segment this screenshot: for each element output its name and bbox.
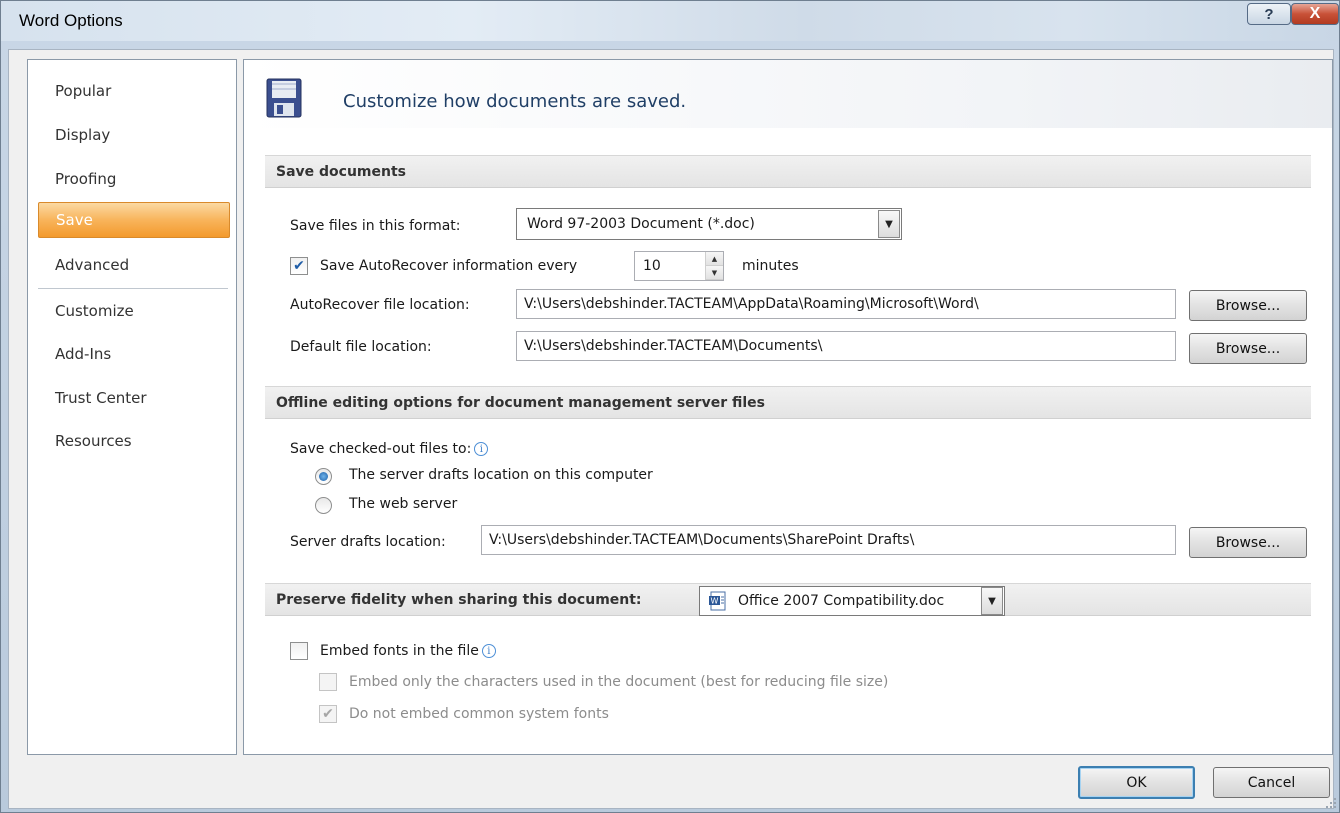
embed-fonts-text: Embed fonts in the file	[320, 643, 479, 659]
save-checked-out-label: Save checked-out files to: i	[290, 441, 489, 457]
fidelity-document-value: Office 2007 Compatibility.doc	[738, 593, 945, 609]
word-document-icon: W	[709, 591, 726, 611]
checkmark-icon: ✔	[322, 706, 334, 722]
no-common-fonts-checkbox[interactable]: ✔	[319, 705, 337, 723]
checkmark-icon: ✔	[293, 258, 305, 274]
embed-only-chars-checkbox[interactable]	[319, 673, 337, 691]
nav-item-save[interactable]: Save	[38, 202, 230, 238]
nav-item-label: Display	[55, 126, 111, 144]
info-icon[interactable]: i	[481, 644, 496, 658]
svg-text:W: W	[711, 597, 719, 606]
close-button[interactable]: X	[1291, 3, 1339, 25]
nav-item-label: Add-Ins	[55, 345, 112, 363]
autorecover-checkbox[interactable]: ✔	[290, 257, 308, 275]
autorecover-location-input[interactable]: V:\Users\debshinder.TACTEAM\AppData\Roam…	[516, 289, 1176, 319]
embed-fonts-checkbox[interactable]	[290, 642, 308, 660]
embed-only-chars-label: Embed only the characters used in the do…	[349, 674, 889, 690]
nav-item-label: Proofing	[55, 170, 117, 188]
nav-divider	[38, 288, 228, 289]
fidelity-document-dropdown[interactable]: W Office 2007 Compatibility.doc ▼	[699, 586, 1005, 616]
minutes-label: minutes	[742, 258, 799, 274]
server-drafts-input[interactable]: V:\Users\debshinder.TACTEAM\Documents\Sh…	[481, 525, 1176, 555]
window-title: Word Options	[19, 11, 123, 30]
stepper-down-icon[interactable]: ▼	[706, 266, 723, 280]
default-location-label: Default file location:	[290, 339, 432, 355]
resize-grip-icon[interactable]	[1325, 797, 1337, 809]
info-icon[interactable]: i	[474, 442, 489, 456]
title-bar[interactable]: Word Options ? X	[1, 1, 1339, 41]
chevron-down-icon[interactable]: ▼	[878, 210, 900, 238]
autorecover-label: Save AutoRecover information every	[320, 258, 578, 274]
embed-fonts-label: Embed fonts in the file i	[320, 643, 496, 659]
ok-button[interactable]: OK	[1078, 766, 1195, 799]
chevron-down-icon[interactable]: ▼	[981, 587, 1003, 615]
nav-item-label: Advanced	[55, 256, 130, 274]
nav-item-popular[interactable]: Popular	[38, 73, 230, 109]
stepper-up-icon[interactable]: ▲	[706, 252, 723, 266]
nav-item-resources[interactable]: Resources	[38, 423, 230, 459]
nav-item-label: Customize	[55, 302, 134, 320]
page-banner: Customize how documents are saved.	[244, 60, 1332, 128]
section-title: Save documents	[276, 163, 407, 180]
radio-server-drafts[interactable]	[315, 468, 332, 485]
save-options-panel: Customize how documents are saved. Save …	[243, 59, 1333, 755]
close-icon: X	[1309, 5, 1321, 22]
save-format-value: Word 97-2003 Document (*.doc)	[527, 216, 755, 232]
autorecover-minutes-stepper[interactable]: 10 ▲ ▼	[634, 251, 724, 281]
autorecover-minutes-value: 10	[643, 258, 661, 274]
options-nav: Popular Display Proofing Save Advanced C…	[27, 59, 237, 755]
server-drafts-browse-button[interactable]: Browse...	[1189, 527, 1307, 558]
nav-item-advanced[interactable]: Advanced	[38, 247, 230, 283]
word-options-window: Word Options ? X Popular Display Proofin…	[0, 0, 1340, 813]
nav-item-label: Resources	[55, 432, 132, 450]
radio-web-server-label: The web server	[349, 496, 458, 512]
default-location-browse-button[interactable]: Browse...	[1189, 333, 1307, 364]
save-format-dropdown[interactable]: Word 97-2003 Document (*.doc) ▼	[516, 208, 902, 240]
radio-web-server[interactable]	[315, 497, 332, 514]
server-drafts-label: Server drafts location:	[290, 534, 446, 550]
nav-item-proofing[interactable]: Proofing	[38, 161, 230, 197]
format-label: Save files in this format:	[290, 218, 461, 234]
autorecover-browse-button[interactable]: Browse...	[1189, 290, 1307, 321]
nav-item-label: Popular	[55, 82, 112, 100]
radio-server-drafts-label: The server drafts location on this compu…	[349, 467, 653, 483]
section-title: Offline editing options for document man…	[276, 394, 765, 411]
nav-item-trust-center[interactable]: Trust Center	[38, 380, 230, 416]
autorecover-location-label: AutoRecover file location:	[290, 297, 470, 313]
nav-item-customize[interactable]: Customize	[38, 293, 230, 329]
save-checked-out-text: Save checked-out files to:	[290, 441, 472, 457]
nav-item-display[interactable]: Display	[38, 117, 230, 153]
floppy-disk-icon	[266, 78, 302, 118]
default-location-input[interactable]: V:\Users\debshinder.TACTEAM\Documents\	[516, 331, 1176, 361]
section-title: Preserve fidelity when sharing this docu…	[276, 591, 642, 608]
cancel-button[interactable]: Cancel	[1213, 767, 1330, 798]
stepper-arrows[interactable]: ▲ ▼	[705, 252, 723, 280]
nav-item-add-ins[interactable]: Add-Ins	[38, 336, 230, 372]
section-header-save-documents: Save documents	[265, 155, 1311, 188]
nav-item-label: Save	[56, 211, 93, 229]
help-icon: ?	[1264, 5, 1274, 23]
page-title: Customize how documents are saved.	[343, 91, 687, 112]
help-button[interactable]: ?	[1247, 3, 1291, 25]
nav-item-label: Trust Center	[55, 389, 147, 407]
section-header-offline-editing: Offline editing options for document man…	[265, 386, 1311, 419]
no-common-fonts-label: Do not embed common system fonts	[349, 706, 609, 722]
